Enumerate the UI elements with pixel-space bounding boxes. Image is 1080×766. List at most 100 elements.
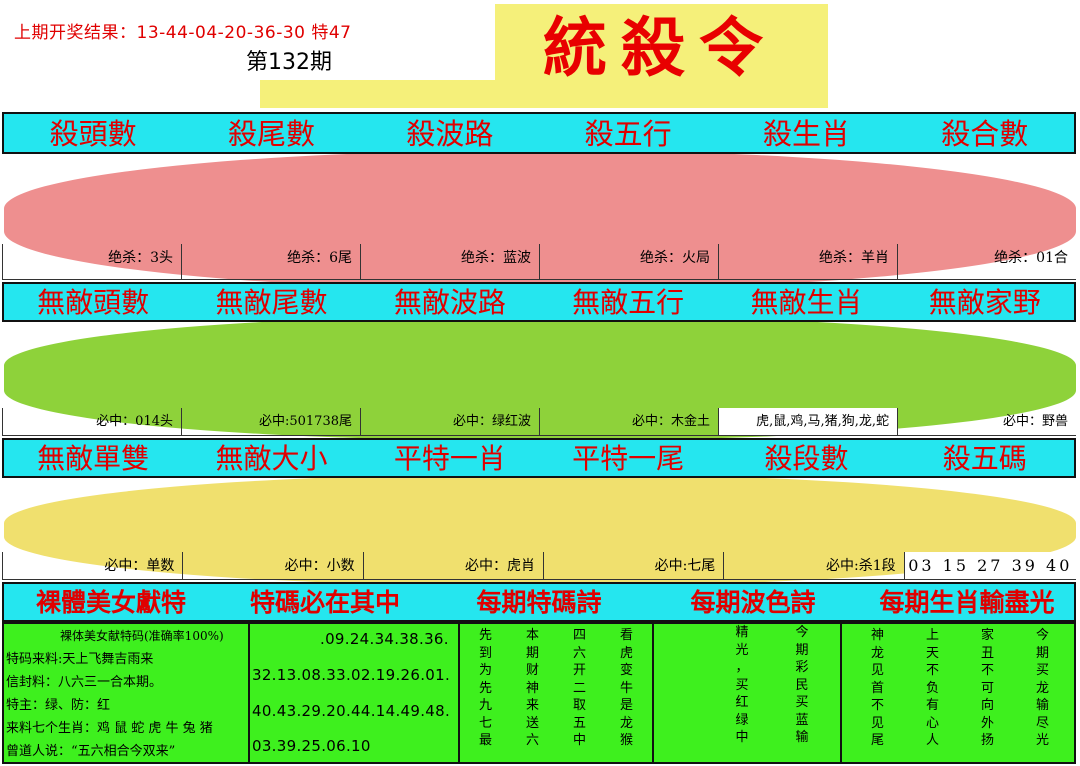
special-number-line: 40.43.29.20.44.14.49.48.	[252, 702, 451, 720]
poem-char: 不	[870, 698, 884, 713]
poem-char: 来	[525, 698, 539, 713]
answer-cell: 必中:七尾	[542, 552, 724, 580]
poem-char: 到	[478, 645, 492, 661]
poem-char: 向	[980, 698, 994, 713]
poem-char: 中	[735, 730, 749, 745]
special-number-line: 32.13.08.33.02.19.26.01.	[252, 666, 451, 684]
poem-char: 天	[925, 645, 939, 661]
poem-char: 九	[478, 698, 492, 713]
category-title: 裸體美女獻特	[35, 588, 186, 617]
poem-char: 六	[572, 645, 586, 661]
category-title: 殺合數	[941, 117, 1029, 151]
answer-cell: 必中：单数	[2, 552, 183, 580]
kill-five-numbers: 03 15 27 39 40	[903, 552, 1076, 580]
category-title: 無敵波路	[393, 286, 506, 319]
poem-char: 龙	[1035, 680, 1049, 696]
answer-row-2: 必中：014头 必中:501738尾 必中：绿红波 必中：木金土 虎,鼠,鸡,马…	[2, 408, 1076, 436]
poem-char: 见	[870, 663, 884, 678]
poem-char: 买	[795, 695, 809, 710]
poem-char: 输	[1035, 698, 1049, 713]
answer-cell: 必中：野兽	[897, 408, 1076, 436]
category-title: 無敵家野	[928, 286, 1041, 319]
answer-cell: 必中：木金土	[539, 408, 718, 436]
poem-char: 不	[925, 663, 939, 678]
panel1-line: 特码来料:天上飞舞吉雨来	[6, 652, 154, 667]
category-title: 殺生肖	[762, 117, 850, 151]
answer-row-3: 必中：单数 必中：小数 必中：虎肖 必中:七尾 必中:杀1段 03 15 27 …	[2, 552, 1076, 580]
category-bar-3: 無敵單雙 無敵大小 平特一肖 平特一尾 殺段數 殺五碼	[2, 438, 1076, 478]
poem-char: 输	[795, 730, 809, 745]
category-title: 無敵頭數	[37, 286, 150, 319]
poem-char: 本	[525, 628, 539, 643]
poem-char: 二	[572, 680, 586, 696]
issue-number: 第132期	[246, 50, 332, 75]
poem-char: 精	[735, 625, 749, 640]
poem-char: 心	[925, 715, 939, 731]
answer-cell: 必中：014头	[2, 408, 181, 436]
poem-char: 变	[619, 663, 633, 678]
poem-char: 取	[572, 698, 586, 713]
category-title: 平特一尾	[572, 442, 685, 475]
poem-char: 扬	[980, 733, 994, 748]
poem-char: 彩	[795, 660, 809, 675]
poem-char: 红	[735, 695, 749, 710]
category-title: 殺波路	[406, 117, 494, 151]
poem-char: 今	[795, 625, 809, 640]
answer-cell: 绝杀：01合	[897, 244, 1076, 280]
answer-cell: 虎,鼠,鸡,马,猪,狗,龙,蛇	[718, 408, 897, 436]
category-title: 殺尾數	[227, 117, 315, 151]
poem-char: 不	[980, 663, 994, 678]
panel1-line: 特主：绿、防：红	[6, 698, 111, 713]
category-title: 特碼必在其中	[249, 588, 400, 617]
last-result-text: 上期开奖结果：13-44-04-20-36-30 特47	[14, 23, 352, 43]
page-title: 統殺令	[543, 11, 777, 86]
poem-char: 人	[925, 733, 939, 748]
poem-char: 神	[525, 680, 539, 696]
poem-char: 期	[525, 645, 539, 661]
poem-char: 买	[735, 677, 749, 693]
category-bar-4: 裸體美女獻特 特碼必在其中 每期特碼詩 每期波色詩 每期生肖輸盡光	[2, 582, 1076, 622]
poem-char: 为	[478, 663, 492, 678]
poem-char: 民	[795, 677, 809, 693]
panel1-line: 来料七个生肖：鸡 鼠 蛇 虎 牛 兔 猪	[6, 721, 213, 736]
category-title: 殺段數	[764, 442, 849, 475]
poem-char: 先	[478, 628, 492, 643]
answer-cell: 绝杀：火局	[539, 244, 718, 280]
category-title: 每期生肖輸盡光	[879, 588, 1055, 617]
shengxiao-poem-grid: 神上家今龙天丑期见不不买首负可龙不有向输见心外尽尾人扬光	[850, 627, 1070, 750]
poem-char: 见	[870, 715, 884, 731]
answer-cell: 绝杀：3头	[2, 244, 181, 280]
poem-char: 上	[925, 628, 939, 643]
poem-char: 六	[525, 733, 539, 748]
poem-char: 买	[1035, 663, 1049, 678]
poem-char: 四	[572, 628, 586, 643]
poem-char: 五	[572, 715, 586, 731]
bose-poem-grid: 精今光期，彩买民红买绿蓝中输	[712, 624, 832, 747]
poem-char: 尾	[870, 733, 884, 748]
poem-char: 七	[478, 715, 492, 731]
category-title: 平特一肖	[393, 442, 506, 475]
poem-char: 外	[980, 715, 994, 731]
poem-char: 龙	[619, 715, 633, 731]
poem-char: 家	[980, 628, 994, 643]
poem-char: 送	[525, 715, 539, 731]
special-number-line: .09.24.34.38.36.	[320, 630, 449, 648]
category-title: 無敵五行	[572, 286, 685, 319]
answer-cell: 绝杀：6尾	[181, 244, 360, 280]
category-bar-2: 無敵頭數 無敵尾數 無敵波路 無敵五行 無敵生肖 無敵家野	[2, 282, 1076, 322]
poem-char: 尽	[1035, 715, 1049, 731]
category-title: 殺五碼	[942, 442, 1027, 475]
answer-cell: 必中：虎肖	[362, 552, 543, 580]
poem-char: 看	[619, 628, 633, 643]
answer-cell: 绝杀：羊肖	[718, 244, 897, 280]
poem-char: ，	[735, 660, 749, 675]
answer-row-1: 绝杀：3头 绝杀：6尾 绝杀：蓝波 绝杀：火局 绝杀：羊肖 绝杀：01合	[2, 244, 1076, 280]
category-title: 殺頭數	[49, 117, 137, 151]
category-title: 每期特碼詩	[476, 588, 602, 617]
poem-char: 可	[980, 680, 994, 696]
category-title: 無敵單雙	[37, 442, 150, 475]
poem-char: 今	[1035, 628, 1049, 643]
tema-poem-grid: 先本四看到期六虎为财开变先神二牛九来取是七送五龙最六中猴	[462, 627, 650, 750]
answer-cell: 绝杀：蓝波	[360, 244, 539, 280]
poem-char: 牛	[619, 680, 633, 696]
